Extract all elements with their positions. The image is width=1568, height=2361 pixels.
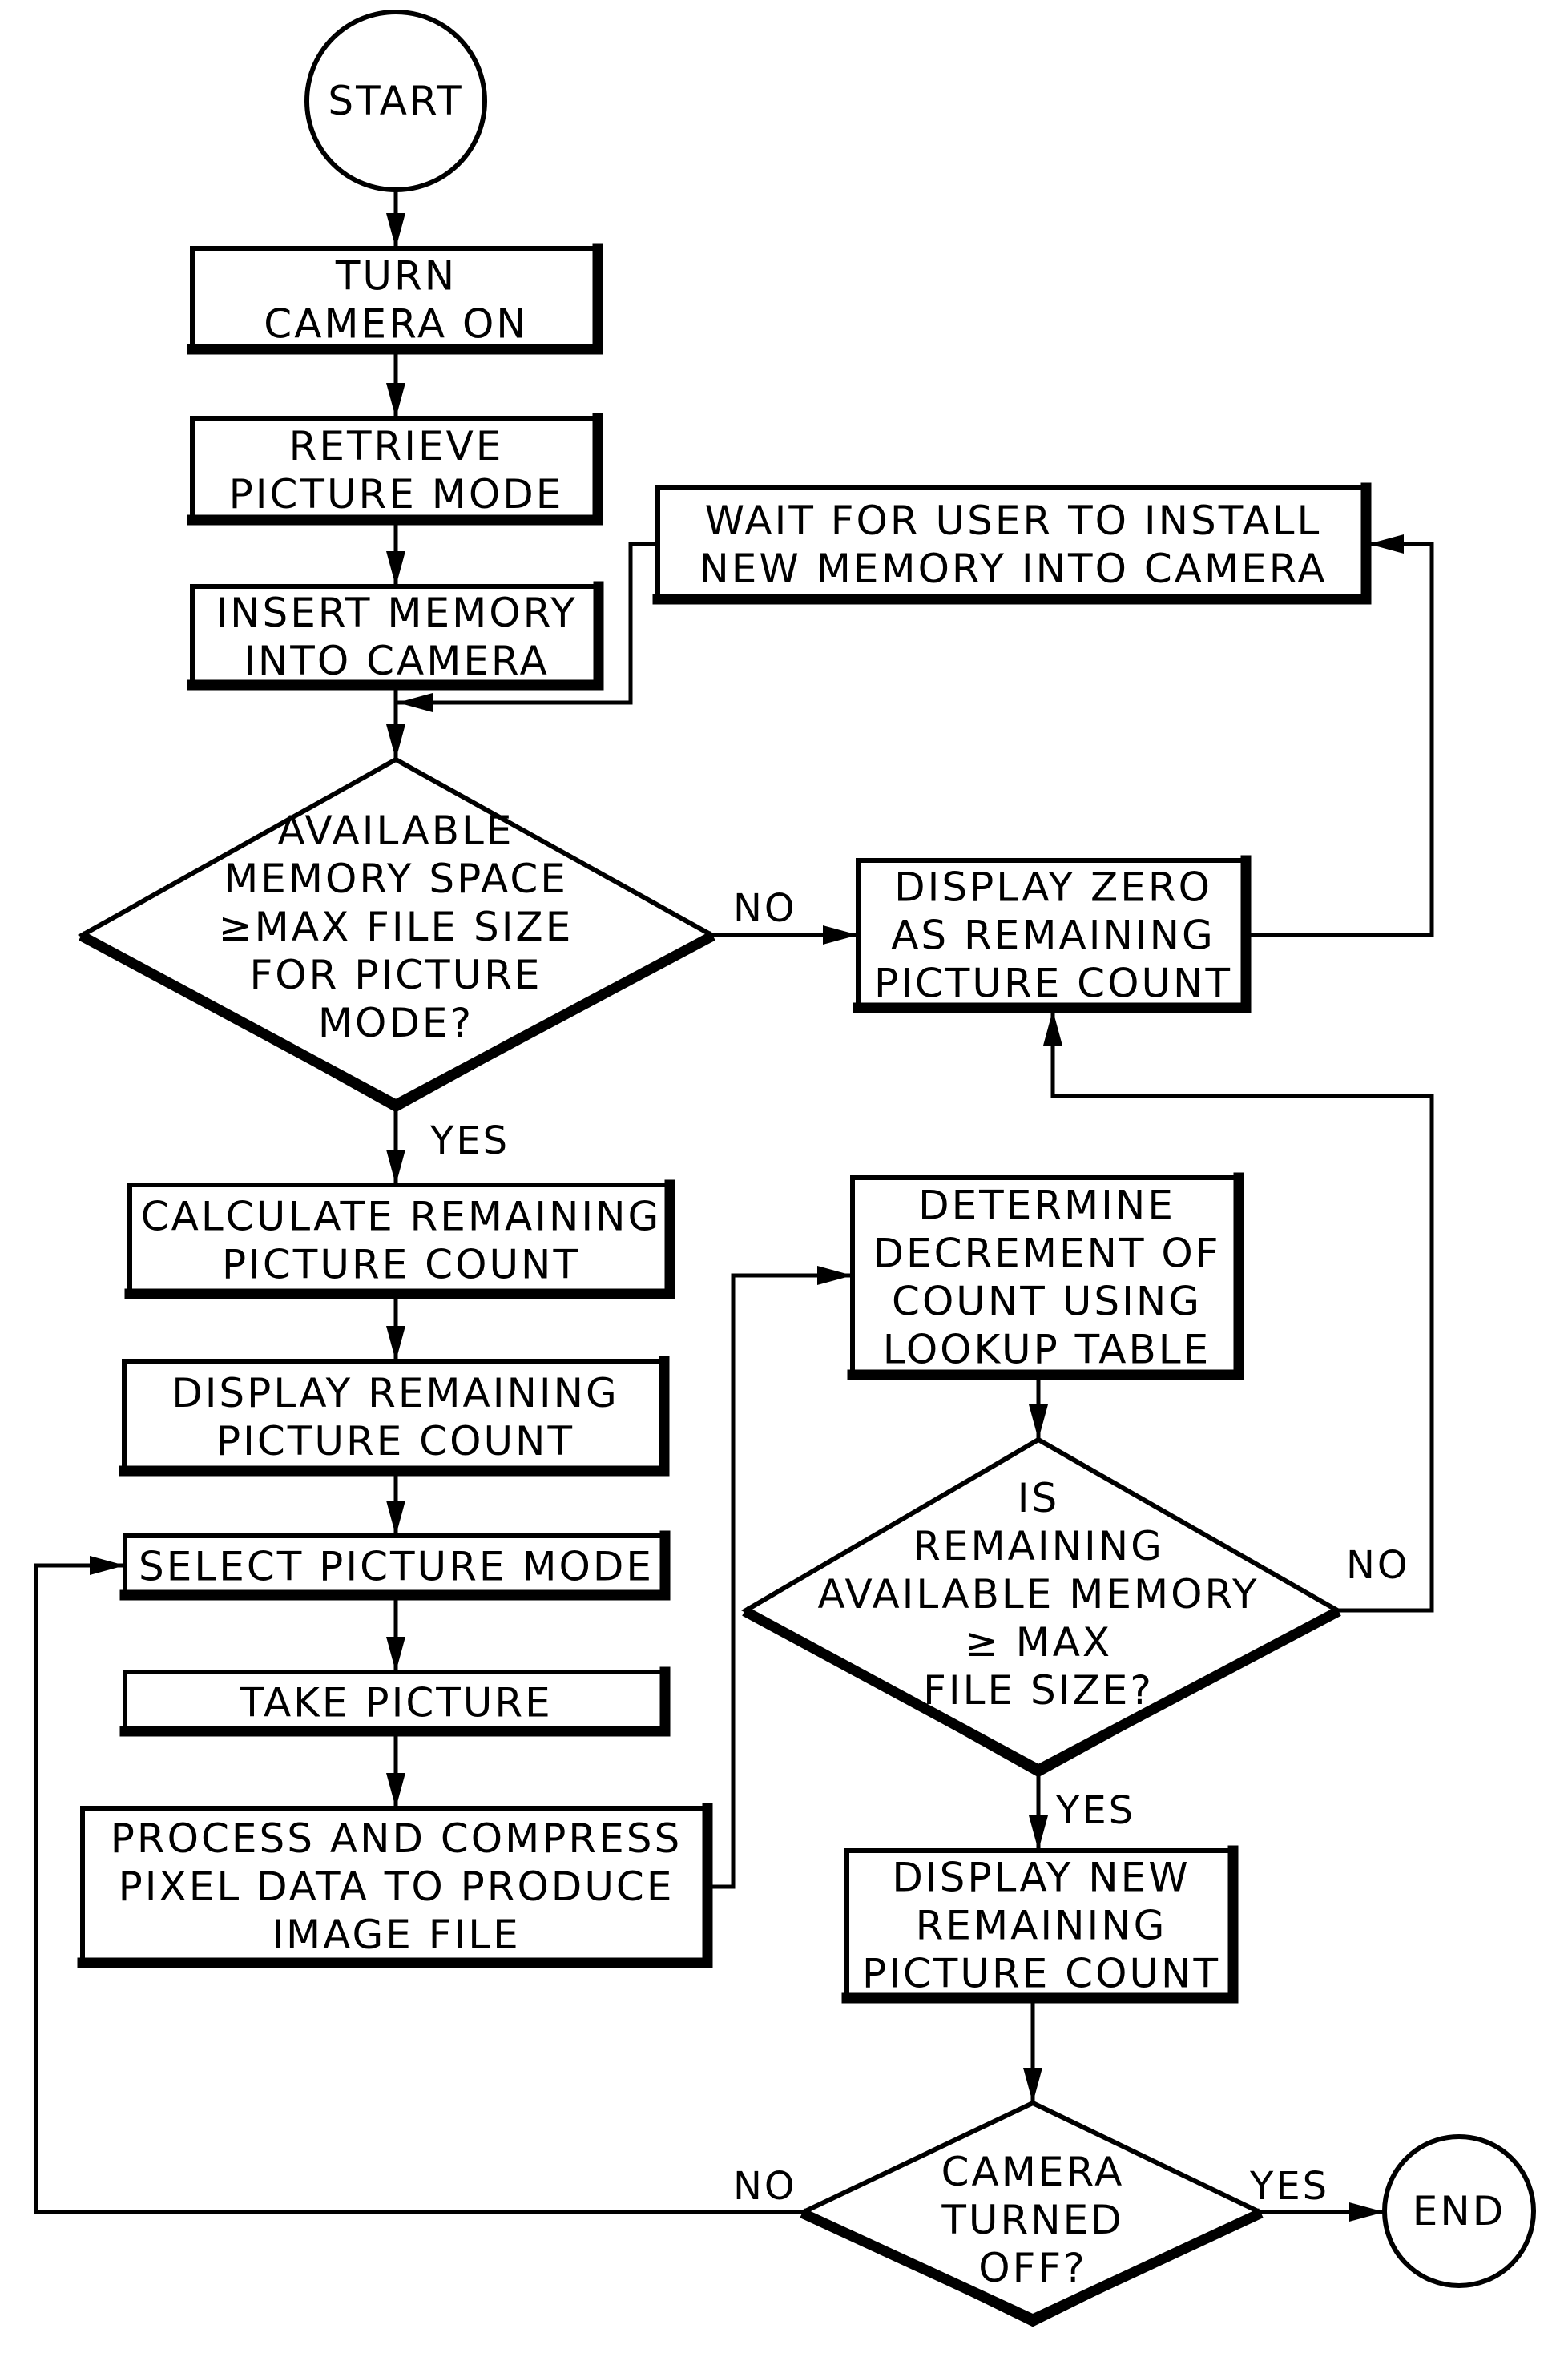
node-text-line: AS REMAINING	[891, 913, 1215, 959]
node-text-line: PIXEL DATA TO PRODUCE	[119, 1863, 675, 1910]
check-space-yes-label: YES	[429, 1118, 510, 1163]
node-text-line: START	[328, 78, 463, 124]
node-text-line: MEMORY SPACE	[224, 856, 568, 902]
node-text-line: IS	[1018, 1475, 1059, 1521]
node-text-line: PICTURE COUNT	[216, 1418, 574, 1465]
node-text-line: INSERT MEMORY	[216, 590, 577, 636]
node-start: START	[304, 10, 487, 192]
node-take-picture: TAKE PICTURE	[119, 1666, 671, 1737]
node-text-line: OFF?	[978, 2245, 1086, 2291]
node-text-line: REMAINING	[916, 1903, 1167, 1949]
node-text-line: CALCULATE REMAINING	[141, 1194, 662, 1240]
node-display-count: DISPLAY REMAININGPICTURE COUNT	[119, 1356, 670, 1477]
node-text-line: DISPLAY REMAINING	[171, 1370, 619, 1416]
node-text-line: TURNED	[941, 2197, 1123, 2243]
camera-off-yes-label: YES	[1249, 2164, 1329, 2209]
node-text-line: TURN	[335, 253, 457, 300]
node-text-line: CAMERA ON	[264, 301, 528, 348]
node-text-line: MODE?	[318, 1000, 474, 1046]
node-text-line: PICTURE COUNT	[222, 1242, 580, 1288]
node-text-line: CAMERA	[941, 2149, 1125, 2195]
node-text-line: REMAINING	[913, 1523, 1164, 1569]
node-text-line: INTO CAMERA	[244, 638, 550, 684]
node-text-line: IMAGE FILE	[272, 1912, 520, 1958]
node-text-line: TAKE PICTURE	[239, 1680, 552, 1726]
node-text-line: DISPLAY NEW	[892, 1855, 1190, 1901]
node-text-line: LOOKUP TABLE	[883, 1327, 1211, 1373]
node-text-line: WAIT FOR USER TO INSTALL	[705, 498, 1322, 544]
node-text-line: PICTURE COUNT	[862, 1951, 1220, 1997]
node-determine-decrement: DETERMINEDECREMENT OFCOUNT USINGLOOKUP T…	[847, 1172, 1244, 1380]
node-text-line: FILE SIZE?	[923, 1667, 1154, 1714]
node-text-line: DECREMENT OF	[873, 1231, 1220, 1277]
node-display-zero: DISPLAY ZEROAS REMAININGPICTURE COUNT	[853, 855, 1252, 1013]
node-text-line: NEW MEMORY INTO CAMERA	[699, 546, 1327, 592]
node-end: END	[1382, 2134, 1536, 2288]
node-text-line: PROCESS AND COMPRESS	[111, 1815, 683, 1862]
node-insert-memory: INSERT MEMORYINTO CAMERA	[187, 581, 604, 691]
node-text-line: FOR PICTURE	[249, 952, 542, 998]
node-display-new: DISPLAY NEWREMAININGPICTURE COUNT	[841, 1845, 1239, 2004]
node-text-line: DISPLAY ZERO	[894, 864, 1212, 911]
node-text-line: PICTURE MODE	[229, 471, 564, 518]
node-calc-count: CALCULATE REMAININGPICTURE COUNT	[124, 1179, 675, 1299]
node-text-line: ≥ MAX	[965, 1619, 1112, 1666]
node-retrieve-mode: RETRIEVEPICTURE MODE	[187, 413, 603, 526]
node-text-line: COUNT USING	[892, 1279, 1202, 1325]
node-process-compress: PROCESS AND COMPRESSPIXEL DATA TO PRODUC…	[77, 1803, 713, 1968]
node-wait-user: WAIT FOR USER TO INSTALLNEW MEMORY INTO …	[652, 482, 1372, 605]
node-text-line: DETERMINE	[918, 1183, 1175, 1229]
check-remaining-yes-label: YES	[1055, 1788, 1135, 1833]
node-text-line: END	[1413, 2188, 1506, 2234]
node-text-line: ≥MAX FILE SIZE	[219, 904, 574, 950]
node-turn-on: TURNCAMERA ON	[187, 243, 603, 355]
flowchart: START TURNCAMERA ON RETRIEVEPICTURE MODE IN…	[0, 0, 1568, 2361]
camera-off-no-label: NO	[733, 2164, 797, 2209]
node-text-line: PICTURE COUNT	[874, 961, 1232, 1007]
node-select-mode: SELECT PICTURE MODE	[119, 1530, 671, 1601]
check-remaining-no-label: NO	[1346, 1543, 1410, 1588]
check-space-no-label: NO	[733, 886, 797, 931]
node-text-line: SELECT PICTURE MODE	[139, 1544, 654, 1590]
node-text-line: AVAILABLE MEMORY	[817, 1571, 1259, 1618]
node-text-line: RETRIEVE	[289, 423, 504, 469]
node-text-line: AVAILABLE	[278, 808, 514, 854]
